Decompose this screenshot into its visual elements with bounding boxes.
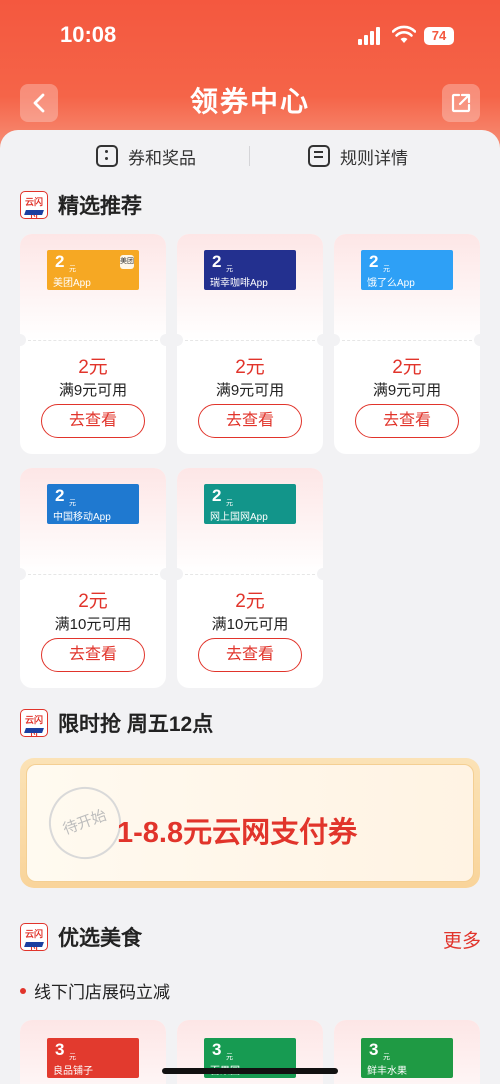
ticket-unit: 元: [226, 1054, 233, 1061]
card-divider: [28, 340, 158, 341]
page-title: 领券中心: [189, 86, 310, 117]
ticket-app-name: 美团App: [53, 278, 91, 289]
ticket-amount: 3: [369, 1040, 379, 1059]
card-divider: [342, 340, 472, 341]
ticket-unit: 元: [69, 500, 76, 507]
signal-icon: [358, 27, 382, 45]
ticket-unit: 元: [69, 1054, 76, 1061]
tab-divider: [249, 146, 250, 166]
home-indicator: [162, 1068, 338, 1074]
ticket-amount: 2: [369, 252, 379, 271]
app-logo-icon: 美团: [120, 255, 134, 269]
document-icon: [308, 145, 330, 167]
top-tabs: 券和奖品 规则详情: [0, 130, 500, 182]
flash-coupon-text: 1-8.8元云网支付券: [117, 817, 358, 849]
ticket-app-name: 瑞幸咖啡App: [210, 278, 268, 289]
view-button[interactable]: 去查看: [41, 638, 145, 672]
coupon-price: 2元: [78, 591, 108, 612]
section-food-header: 云闪付 优选美食: [20, 922, 142, 952]
wifi-icon: [392, 25, 416, 43]
coupon-price: 2元: [392, 357, 422, 378]
coupon-card[interactable]: 2 元 美团App 美团 2元 满9元可用 去查看: [20, 234, 166, 454]
ticket-app-name: 网上国网App: [210, 512, 268, 523]
view-button[interactable]: 去查看: [198, 638, 302, 672]
view-button[interactable]: 去查看: [41, 404, 145, 438]
unionpay-logo: 云闪付: [20, 923, 48, 951]
coupon-ticket: 2 元 网上国网App: [204, 484, 296, 524]
food-coupon-card[interactable]: 3 元 良品铺子: [20, 1020, 166, 1084]
card-divider: [185, 340, 315, 341]
coupon-ticket: 2 元 饿了么App: [361, 250, 453, 290]
bullet-dot: [20, 987, 26, 994]
ticket-amount: 3: [55, 1040, 65, 1059]
coupon-condition: 满9元可用: [58, 382, 128, 399]
coupon-card[interactable]: 2 元 网上国网App 2元 满10元可用 去查看: [177, 468, 323, 688]
ticket-unit: 元: [383, 1054, 390, 1061]
coupon-ticket: 3 元 良品铺子: [47, 1038, 139, 1078]
unionpay-logo: 云闪付: [20, 191, 48, 219]
coupon-ticket: 2 元 中国移动App: [47, 484, 139, 524]
tab-prizes[interactable]: 券和奖品: [96, 144, 196, 168]
tab-rules[interactable]: 规则详情: [308, 144, 408, 168]
view-button[interactable]: 去查看: [355, 404, 459, 438]
coupon-card[interactable]: 2 元 瑞幸咖啡App 2元 满9元可用 去查看: [177, 234, 323, 454]
food-coupon-card[interactable]: 3 元 百果园: [177, 1020, 323, 1084]
coupon-ticket: 2 元 美团App 美团: [47, 250, 139, 290]
coupon-card[interactable]: 2 元 中国移动App 2元 满10元可用 去查看: [20, 468, 166, 688]
coupon-price: 2元: [235, 591, 265, 612]
view-button[interactable]: 去查看: [198, 404, 302, 438]
ticket-amount: 2: [212, 486, 222, 505]
ticket-amount: 3: [212, 1040, 222, 1059]
tab-prizes-label: 券和奖品: [128, 148, 196, 168]
ticket-app-name: 饿了么App: [367, 278, 415, 289]
status-time: 10:08: [60, 22, 117, 47]
more-link[interactable]: 更多: [443, 926, 481, 953]
coupon-condition: 满9元可用: [215, 382, 285, 399]
share-button[interactable]: [442, 84, 480, 122]
external-link-icon: [451, 93, 471, 113]
status-bar: 10:08 74: [0, 0, 500, 70]
coupon-card[interactable]: 2 元 饿了么App 2元 满9元可用 去查看: [334, 234, 480, 454]
subtitle-text: 线下门店展码立减: [34, 983, 170, 1002]
coupon-price: 2元: [78, 357, 108, 378]
ticket-icon: [96, 145, 118, 167]
tab-rules-label: 规则详情: [340, 148, 408, 168]
ticket-app-name: 中国移动App: [53, 512, 111, 523]
coupon-ticket: 3 元 鲜丰水果: [361, 1038, 453, 1078]
section-flash-title: 限时抢 周五12点: [58, 713, 214, 736]
flash-coupon-card[interactable]: 待开始 1-8.8元云网支付券: [20, 758, 480, 888]
battery-indicator: 74: [424, 27, 454, 45]
ticket-store-name: 良品铺子: [53, 1066, 93, 1077]
ticket-unit: 元: [226, 500, 233, 507]
ticket-store-name: 鲜丰水果: [367, 1066, 407, 1077]
card-divider: [185, 574, 315, 575]
section-food-title: 优选美食: [58, 927, 142, 950]
section-food-subtitle: 线下门店展码立减: [20, 978, 170, 1003]
section-featured-header: 云闪付 精选推荐: [20, 190, 142, 220]
coupon-condition: 满9元可用: [372, 382, 442, 399]
food-coupon-card[interactable]: 3 元 鲜丰水果: [334, 1020, 480, 1084]
coupon-ticket: 2 元 瑞幸咖啡App: [204, 250, 296, 290]
section-flash-header: 云闪付 限时抢 周五12点: [20, 708, 213, 738]
coupon-price: 2元: [235, 357, 265, 378]
ticket-amount: 2: [55, 486, 65, 505]
ticket-unit: 元: [383, 266, 390, 273]
ticket-amount: 2: [55, 252, 65, 271]
coupon-condition: 满10元可用: [54, 616, 132, 633]
unionpay-logo: 云闪付: [20, 709, 48, 737]
ticket-unit: 元: [226, 266, 233, 273]
card-divider: [28, 574, 158, 575]
ticket-unit: 元: [69, 266, 76, 273]
coupon-condition: 满10元可用: [211, 616, 289, 633]
section-featured-title: 精选推荐: [58, 195, 142, 218]
ticket-amount: 2: [212, 252, 222, 271]
